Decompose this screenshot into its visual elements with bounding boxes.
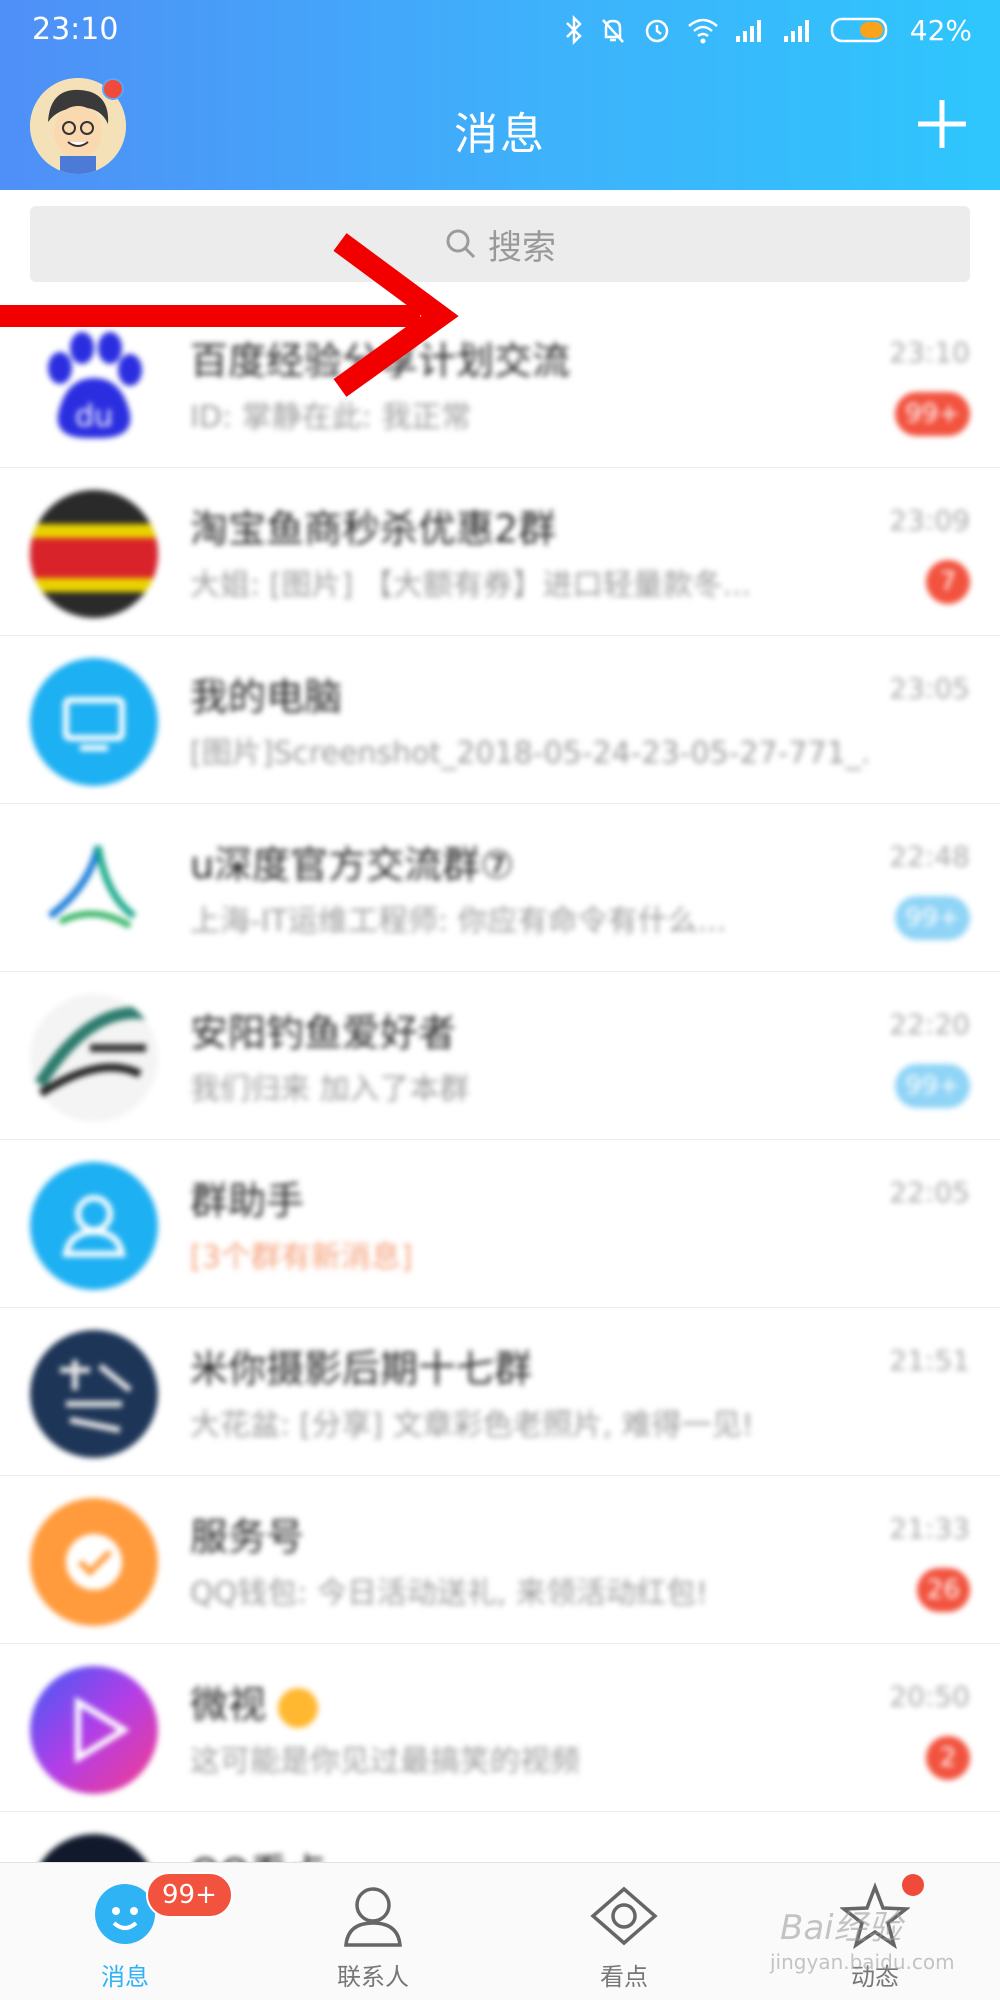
red-arrow-annotation: [0, 233, 459, 397]
status-icons: 42%: [564, 10, 972, 50]
search-placeholder: 搜索: [488, 227, 556, 268]
bell-muted-icon: [601, 19, 624, 43]
status-bar: 23:10 42%: [0, 0, 1000, 60]
unread-badge: 7: [926, 560, 970, 604]
bluetooth-icon: [565, 15, 582, 45]
fishing-avatar: [30, 994, 158, 1122]
baidu-watermark: Bai经验: [780, 1908, 902, 1948]
chat-time: 22:20: [889, 1008, 970, 1041]
signal-icon-2: [783, 20, 809, 42]
tab-label: 消息: [101, 1963, 149, 1991]
signal-icon: [735, 20, 761, 42]
tab-label: 看点: [600, 1963, 648, 1991]
udeep-logo: [30, 826, 158, 954]
chat-time: 23:05: [889, 672, 970, 705]
chat-preview: 大花盆: [分享] 文章彩色老照片, 难得一见!: [190, 1408, 754, 1443]
chat-row[interactable]: 淘宝鱼商秒杀优惠2群 大姐: [图片] 【大额有券】进口轻量款冬... 23:0…: [0, 468, 1000, 636]
unread-badge: 99+: [895, 392, 970, 436]
chat-name: u深度官方交流群⑦: [190, 843, 515, 887]
eye-icon: [590, 1886, 658, 1946]
chat-time: 23:09: [889, 504, 970, 537]
chat-time: 21:33: [889, 1512, 970, 1545]
unread-badge: 99+: [895, 896, 970, 940]
chat-list: du 百度经验分享计划交流 ID: 掌静在此: 我正常 23:10 99+ 淘宝…: [0, 300, 1000, 1862]
chat-time: 20:50: [889, 1680, 970, 1713]
add-button[interactable]: [914, 96, 970, 152]
chat-name: 淘宝鱼商秒杀优惠2群: [190, 507, 557, 551]
avatar-notification-dot: [102, 78, 124, 100]
chat-preview: QQ钱包: 今日活动送礼, 来领活动红包!: [190, 1576, 708, 1611]
battery-percent: 42%: [909, 13, 972, 47]
chat-row[interactable]: u深度官方交流群⑦ 上海-IT运维工程师: 你应有命令有什么... 22:48 …: [0, 804, 1000, 972]
wifi-icon: [687, 18, 718, 44]
chat-row[interactable]: 服务号 QQ钱包: 今日活动送礼, 来领活动红包! 21:33 26: [0, 1476, 1000, 1644]
unread-badge: 26: [916, 1568, 970, 1612]
chat-row[interactable]: 微视 这可能是你见过最搞笑的视频 20:50 2: [0, 1644, 1000, 1812]
computer-icon: [30, 658, 158, 786]
dark-avatar: [30, 1834, 158, 1862]
tab-unread-count: 99+: [162, 1880, 217, 1910]
chat-name: 服务号: [190, 1515, 305, 1559]
unread-badge: 2: [926, 1736, 970, 1780]
app-header: 23:10 42% 消息: [0, 0, 1000, 190]
baidu-watermark-url: jingyan.baidu.com: [770, 1950, 955, 1974]
status-time: 23:10: [32, 12, 119, 47]
chat-time: 22:05: [889, 1176, 970, 1209]
chat-row[interactable]: 我的电脑 [图片]Screenshot_2018-05-24-23-05-27-…: [0, 636, 1000, 804]
chat-row[interactable]: 安阳钓鱼爱好者 我们归来 加入了本群 22:20 99+: [0, 972, 1000, 1140]
chat-preview: 这可能是你见过最搞笑的视频: [190, 1744, 580, 1779]
chat-preview: 大姐: [图片] 【大额有券】进口轻量款冬...: [190, 568, 752, 603]
chat-name: 安阳钓鱼爱好者: [190, 1011, 457, 1055]
chat-row[interactable]: 群助手 [3个群有新消息] 22:05: [0, 1140, 1000, 1308]
group-helper-icon: [30, 1162, 158, 1290]
battery-icon: [830, 17, 888, 43]
chat-preview: [3个群有新消息]: [190, 1240, 413, 1275]
sun-badge-icon: [278, 1687, 319, 1728]
chat-name-text: 微视: [190, 1683, 267, 1727]
chat-preview: 我们归来 加入了本群: [190, 1072, 470, 1107]
tab-notification-dot: [902, 1874, 924, 1896]
chat-row[interactable]: QQ看点: [0, 1812, 1000, 1862]
tab-unread-badge: 99+: [146, 1872, 233, 1918]
chat-name: 米你摄影后期十七群: [190, 1347, 533, 1391]
photo-group-avatar: [30, 1330, 158, 1458]
chat-name: 微视: [190, 1674, 319, 1729]
unread-badge: 99+: [895, 1064, 970, 1108]
service-badge-icon: [30, 1498, 158, 1626]
weishi-play-icon: [30, 1666, 158, 1794]
chat-row[interactable]: 米你摄影后期十七群 大花盆: [分享] 文章彩色老照片, 难得一见! 21:51: [0, 1308, 1000, 1476]
chat-name: 我的电脑: [190, 675, 343, 719]
coupon-group-avatar: [30, 490, 158, 618]
alarm-icon: [645, 19, 669, 43]
page-title: 消息: [454, 109, 546, 160]
tab-kandian[interactable]: 看点: [524, 1863, 724, 2000]
chat-time: 23:10: [889, 336, 970, 369]
person-icon: [344, 1887, 402, 1947]
tab-label: 联系人: [337, 1963, 409, 1991]
tab-contacts[interactable]: 联系人: [273, 1863, 473, 2000]
chat-name: QQ看点: [190, 1842, 326, 1862]
chat-time: 22:48: [889, 840, 970, 873]
chat-name: 群助手: [190, 1179, 305, 1223]
chat-preview: 上海-IT运维工程师: 你应有命令有什么...: [190, 904, 727, 939]
chat-preview: [图片]Screenshot_2018-05-24-23-05-27-771_.…: [190, 736, 870, 771]
chat-time: 21:51: [889, 1344, 970, 1377]
